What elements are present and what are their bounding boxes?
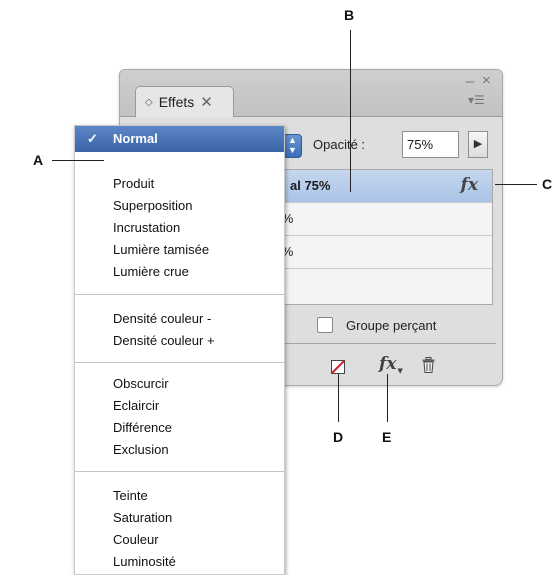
- panel-menu-icon[interactable]: ▾☰: [468, 94, 485, 106]
- callout-d: D: [333, 429, 344, 445]
- menu-item[interactable]: Lumière tamisée: [113, 242, 209, 257]
- menu-item[interactable]: Saturation: [113, 510, 172, 525]
- menu-item[interactable]: Couleur: [113, 532, 159, 547]
- opacity-slider-button[interactable]: ▶: [468, 131, 488, 158]
- callout-c: C: [542, 176, 553, 192]
- tab-close-icon[interactable]: ✕: [200, 93, 213, 111]
- opacity-label: Opacité :: [313, 137, 366, 152]
- menu-item[interactable]: Luminosité: [113, 554, 176, 569]
- callout-e: E: [382, 429, 392, 445]
- callout-b-line: [350, 30, 351, 192]
- menu-item[interactable]: Teinte: [113, 488, 148, 503]
- knockout-group-checkbox[interactable]: [317, 317, 333, 333]
- menu-item[interactable]: Lumière crue: [113, 264, 189, 279]
- trash-icon[interactable]: [422, 357, 435, 373]
- knockout-group-label: Groupe perçant: [346, 318, 437, 333]
- menu-item[interactable]: Obscurcir: [113, 376, 169, 391]
- menu-item[interactable]: Densité couleur +: [113, 333, 215, 348]
- blend-mode-stepper[interactable]: ▲ ▼: [283, 134, 302, 158]
- checkmark-icon: ✓: [87, 131, 98, 146]
- menu-item-label: Normal: [113, 131, 158, 146]
- tab-label: Effets: [158, 94, 195, 110]
- panel-titlebar: – × ▾☰ ◇ Effets ✕: [120, 70, 502, 117]
- callout-c-line: [495, 184, 537, 185]
- divider: [273, 343, 496, 344]
- menu-separator: [75, 362, 284, 363]
- minimize-icon[interactable]: –: [466, 74, 474, 89]
- blend-mode-menu: ✓ Normal Produit Superposition Incrustat…: [74, 125, 285, 575]
- menu-separator: [75, 294, 284, 295]
- opacity-field[interactable]: 75%: [402, 131, 459, 158]
- menu-item[interactable]: Produit: [113, 176, 154, 191]
- menu-item[interactable]: Superposition: [113, 198, 193, 213]
- diamond-icon: ◇: [145, 96, 153, 108]
- callout-a: A: [33, 152, 44, 168]
- menu-item[interactable]: Exclusion: [113, 442, 169, 457]
- chevron-down-icon: ▼: [397, 366, 403, 375]
- menu-separator: [75, 471, 284, 472]
- clear-effects-icon[interactable]: [331, 360, 345, 374]
- fx-menu-button[interactable]: fx▼: [379, 354, 403, 375]
- fx-icon: fx: [460, 175, 478, 195]
- callout-b: B: [344, 7, 355, 23]
- close-icon[interactable]: ×: [482, 73, 491, 88]
- callout-d-line: [338, 374, 339, 422]
- fx-icon: fx: [379, 354, 397, 374]
- menu-item-selected[interactable]: ✓ Normal: [75, 126, 284, 152]
- row-value: al 75%: [290, 178, 331, 193]
- menu-item[interactable]: Densité couleur -: [113, 311, 211, 326]
- menu-item[interactable]: Différence: [113, 420, 172, 435]
- menu-item[interactable]: Eclaircir: [113, 398, 159, 413]
- callout-a-line: [52, 160, 104, 161]
- callout-e-line: [387, 374, 388, 422]
- menu-item[interactable]: Incrustation: [113, 220, 180, 235]
- tab-effets[interactable]: ◇ Effets ✕: [135, 86, 234, 117]
